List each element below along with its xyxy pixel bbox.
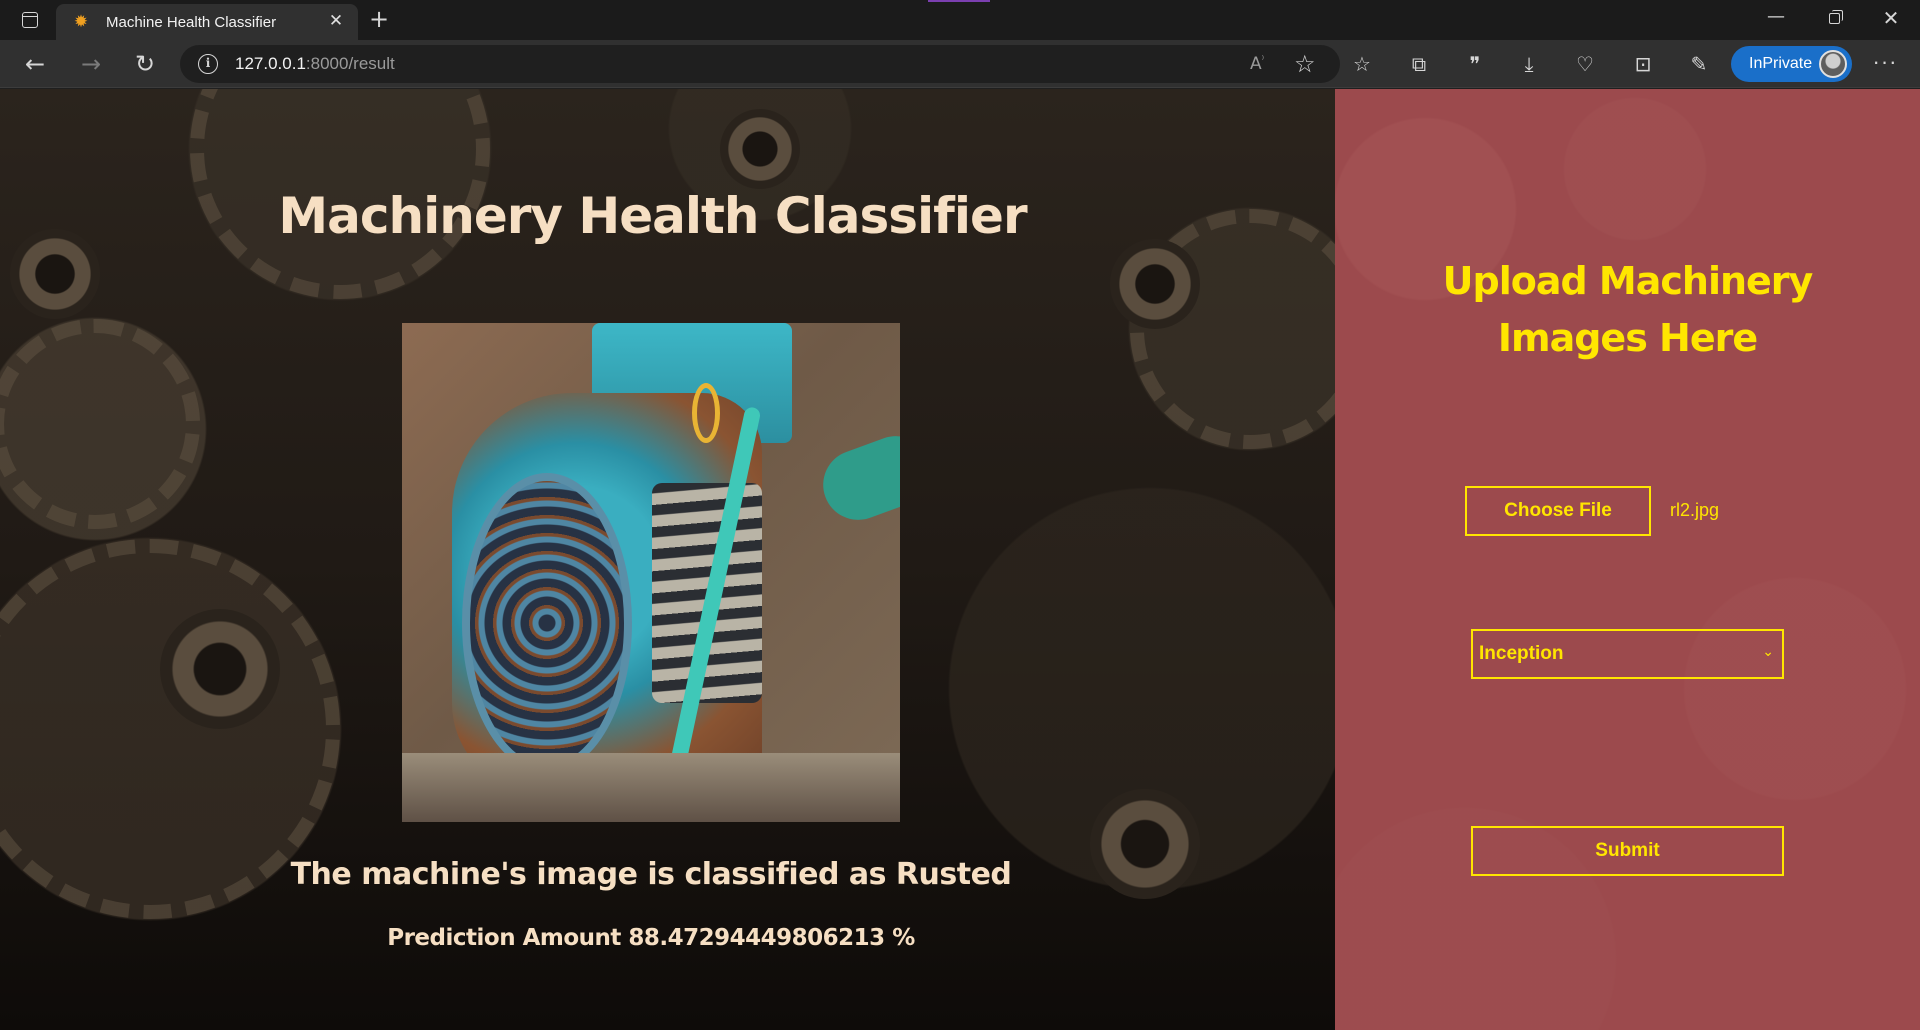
browser-tab[interactable]: ✹ Machine Health Classifier ✕ [56, 4, 358, 40]
result-panel: Machinery Health Classifier The machine'… [0, 89, 1335, 1030]
chevron-down-icon: ⌄ [1762, 644, 1774, 660]
inprivate-label: InPrivate [1749, 55, 1813, 72]
math-solver-icon[interactable]: ⊡ [1628, 49, 1658, 79]
back-icon[interactable]: ← [20, 49, 50, 79]
submit-button[interactable]: Submit [1471, 826, 1784, 876]
read-aloud-icon[interactable]: A⁾ [1250, 54, 1264, 74]
upload-heading-line1: Upload Machinery [1442, 259, 1814, 303]
health-icon[interactable]: ♡ [1570, 49, 1600, 79]
plus-icon[interactable]: + [366, 7, 392, 33]
minimize-icon[interactable]: — [1762, 6, 1790, 32]
info-icon[interactable]: i [198, 54, 218, 74]
page-content: Machinery Health Classifier The machine'… [0, 89, 1920, 1030]
upload-panel: Upload Machinery Images Here Choose File… [1335, 89, 1920, 1030]
download-icon[interactable]: ⤓ [1514, 49, 1544, 79]
favorites-icon[interactable]: ☆ [1347, 49, 1377, 79]
tab-title: Machine Health Classifier [106, 14, 277, 31]
selected-file-name: rl2.jpg [1670, 500, 1720, 520]
upload-heading-line2: Images Here [1497, 316, 1758, 360]
copilot-icon[interactable]: ✎ [1684, 49, 1714, 79]
uploaded-machine-image [402, 323, 900, 822]
avatar [1819, 50, 1847, 78]
add-favorite-icon[interactable]: ☆ [1294, 50, 1316, 78]
more-icon[interactable]: ··· [1870, 49, 1900, 79]
browser-tab-bar: ✹ Machine Health Classifier ✕ + — ✕ [0, 0, 1920, 40]
upload-heading: Upload Machinery Images Here [1335, 253, 1920, 367]
model-select[interactable]: Inception ⌄ [1471, 629, 1784, 679]
background-gear [0, 319, 200, 529]
url-path: :8000/result [305, 54, 395, 73]
sidebar-icon[interactable] [18, 9, 42, 31]
choose-file-button[interactable]: Choose File [1465, 486, 1651, 536]
model-select-value: Inception [1479, 643, 1564, 664]
background-bolt [160, 609, 280, 729]
tab-accent-line [928, 0, 990, 2]
url-text[interactable]: 127.0.0.1:8000/result [235, 54, 395, 74]
forward-icon[interactable]: → [76, 49, 106, 79]
address-bar[interactable]: i 127.0.0.1:8000/result A⁾ ☆ [180, 45, 1340, 83]
browser-toolbar: ← → ↻ i 127.0.0.1:8000/result A⁾ ☆ ☆ ⧉ ❞… [0, 40, 1920, 88]
quote-icon[interactable]: ❞ [1460, 49, 1490, 79]
collections-icon[interactable]: ⧉ [1404, 49, 1434, 79]
close-icon[interactable]: ✕ [326, 11, 346, 31]
reload-icon[interactable]: ↻ [130, 49, 160, 79]
background-bolt [720, 109, 800, 189]
url-host: 127.0.0.1 [235, 54, 306, 73]
gear-favicon-icon: ✹ [73, 12, 89, 32]
background-bolt [1110, 239, 1200, 329]
page-title: Machinery Health Classifier [278, 187, 1027, 245]
restore-icon[interactable] [1820, 8, 1848, 32]
window-close-icon[interactable]: ✕ [1877, 4, 1905, 32]
classification-result: The machine's image is classified as Rus… [290, 857, 1012, 892]
inprivate-button[interactable]: InPrivate [1731, 46, 1852, 82]
prediction-amount: Prediction Amount 88.47294449806213 % [387, 925, 915, 951]
